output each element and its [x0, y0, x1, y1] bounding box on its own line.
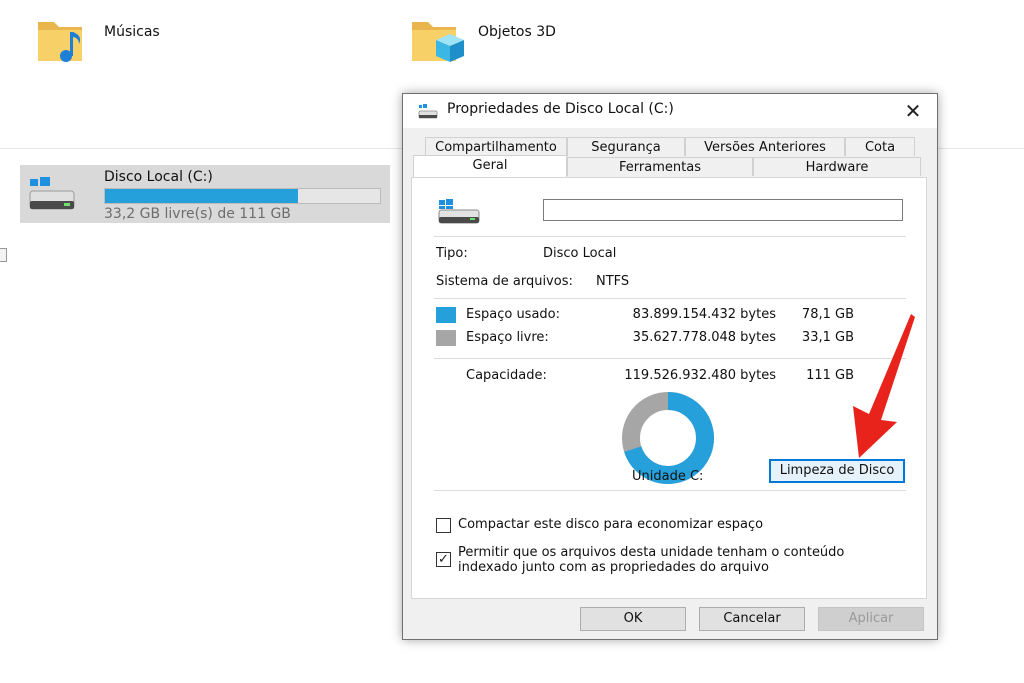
tab-geral[interactable]: Geral [413, 155, 567, 177]
close-button[interactable]: ✕ [899, 97, 927, 125]
separator [434, 298, 906, 299]
used-space-bytes: 83.899.154.432 bytes [632, 307, 776, 322]
tab-hardware[interactable]: Hardware [753, 157, 921, 176]
free-space-bytes: 35.627.778.048 bytes [632, 330, 776, 345]
dialog-title: Propriedades de Disco Local (C:) [447, 101, 674, 117]
ok-button[interactable]: OK [580, 607, 686, 631]
drive-large-icon [436, 198, 482, 230]
apply-button[interactable]: Aplicar [818, 607, 924, 631]
tab-seguranca[interactable]: Segurança [567, 137, 685, 156]
free-space-label: Espaço livre: [466, 330, 549, 345]
separator [434, 490, 906, 491]
folder-objetos-3d[interactable]: Objetos 3D [410, 16, 556, 64]
drive-usage-fill [105, 189, 298, 203]
filesystem-value: NTFS [596, 274, 630, 289]
tab-ferramentas[interactable]: Ferramentas [567, 157, 753, 176]
drive-info: Disco Local (C:) 33,2 GB livre(s) de 111… [104, 169, 382, 222]
music-folder-icon [36, 16, 92, 64]
annotation-arrow [835, 310, 925, 460]
folder-label: Músicas [104, 24, 160, 40]
filesystem-label: Sistema de arquivos: [436, 274, 573, 289]
tab-cota[interactable]: Cota [845, 137, 915, 156]
folder-label: Objetos 3D [478, 24, 556, 40]
3d-objects-folder-icon [410, 16, 466, 64]
folder-musicas[interactable]: Músicas [36, 16, 160, 64]
used-space-swatch [436, 307, 456, 323]
type-value: Disco Local [543, 246, 617, 261]
separator [434, 236, 906, 237]
drive-tile-c[interactable]: Disco Local (C:) 33,2 GB livre(s) de 111… [20, 165, 390, 223]
index-checkbox[interactable]: ✓ [436, 552, 451, 567]
capacity-bytes: 119.526.932.480 bytes [624, 368, 776, 383]
drive-letter-label: Unidade C: [632, 469, 704, 484]
tab-compartilhamento[interactable]: Compartilhamento [425, 137, 567, 156]
capacity-label: Capacidade: [466, 368, 547, 383]
volume-name-input[interactable] [543, 199, 903, 221]
dialog-titlebar[interactable]: Propriedades de Disco Local (C:) ✕ [403, 94, 937, 128]
compress-checkbox[interactable] [436, 518, 451, 533]
drive-name: Disco Local (C:) [104, 169, 213, 185]
used-space-label: Espaço usado: [466, 307, 561, 322]
windows-drive-icon [20, 165, 82, 223]
tab-versoes-anteriores[interactable]: Versões Anteriores [685, 137, 845, 156]
index-label-line1: Permitir que os arquivos desta unidade t… [458, 545, 845, 560]
drive-free-text: 33,2 GB livre(s) de 111 GB [104, 206, 291, 222]
type-label: Tipo: [436, 246, 468, 261]
index-label-line2: indexado junto com as propriedades do ar… [458, 560, 769, 575]
compress-label: Compactar este disco para economizar esp… [458, 517, 764, 532]
disk-cleanup-button[interactable]: Limpeza de Disco [769, 459, 905, 483]
drive-icon [417, 103, 439, 119]
cancel-button[interactable]: Cancelar [699, 607, 805, 631]
free-space-swatch [436, 330, 456, 346]
drive-usage-bar [104, 188, 381, 204]
scroll-stub [0, 248, 7, 262]
